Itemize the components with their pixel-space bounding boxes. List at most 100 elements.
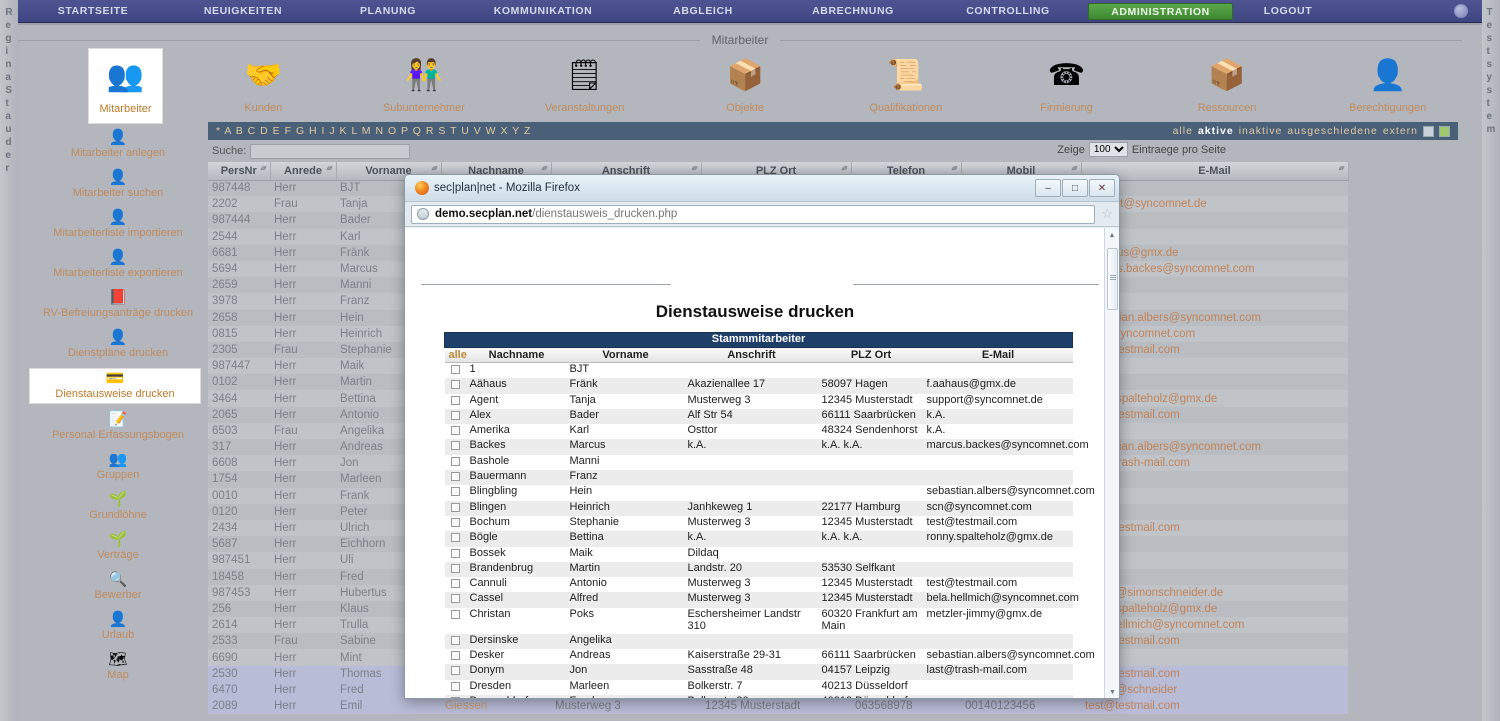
bookmark-star-icon[interactable]: ☆ [1101, 206, 1113, 222]
row-checkbox-cell[interactable] [444, 408, 467, 425]
sidebar-item-personal-erfassungsbogen[interactable]: 📝 Personal Erfassungsbogen [30, 410, 206, 444]
checkbox[interactable] [451, 472, 460, 482]
table-row[interactable]: Bochum Stephanie Musterweg 3 12345 Musterst… [444, 515, 1073, 532]
checkbox[interactable] [451, 487, 460, 497]
nav-item-controlling[interactable]: CONTROLLING [928, 3, 1088, 20]
minimize-button[interactable]: – [1035, 179, 1061, 197]
sidebar-item-mitarbeiter-anlegen[interactable]: 👤 Mitarbeiter anlegen [30, 128, 206, 162]
row-checkbox-cell[interactable] [444, 470, 467, 486]
table-row[interactable]: Donym Jon Sasstraße 48 04157 Leipzig last@tr… [444, 664, 1073, 680]
filter-inaktive[interactable]: inaktive [1239, 125, 1283, 137]
sidebar-item-bewerber[interactable]: 🔍 Bewerber [30, 570, 206, 604]
sidebar-item-rv-befreiungsantr-ge-drucken[interactable]: 📕 RV-Befreiungsanträge drucken [30, 288, 206, 322]
row-checkbox-cell[interactable] [444, 362, 467, 379]
row-checkbox-cell[interactable] [444, 378, 467, 394]
row-checkbox-cell[interactable] [444, 577, 467, 593]
row-checkbox-cell[interactable] [444, 633, 467, 650]
row-checkbox-cell[interactable] [444, 607, 467, 634]
checkbox[interactable] [451, 441, 460, 451]
popup-column-anschrift[interactable]: Anschrift [684, 347, 819, 363]
popup-column-plz-ort[interactable]: PLZ Ort [818, 347, 924, 363]
row-checkbox-cell[interactable] [444, 500, 467, 516]
sidebar-item-gruppen[interactable]: 👥 Gruppen [30, 450, 206, 484]
table-row[interactable]: Dresden Marleen Bolkerstr. 7 40213 Düsseldo… [444, 679, 1073, 695]
column-header-anrede[interactable]: Anrede [270, 162, 337, 181]
checkbox[interactable] [451, 609, 460, 619]
row-checkbox-cell[interactable] [444, 439, 467, 455]
table-row[interactable]: Blingen Heinrich Janhkeweg 1 22177 Hamburg s… [444, 500, 1073, 516]
nav-item-kommunikation[interactable]: KOMMUNIKATION [458, 3, 628, 20]
row-checkbox-cell[interactable] [444, 531, 467, 547]
sidebar-item-dienstpl-ne-drucken[interactable]: 👤 Dienstpläne drucken [30, 328, 206, 362]
filter-alle[interactable]: alle [1173, 125, 1193, 137]
popup-vertical-scrollbar[interactable]: ▲ ▼ [1104, 228, 1119, 698]
firefox-popup-window[interactable]: sec|plan|net - Mozilla Firefox – □ ✕ dem… [404, 174, 1120, 699]
checkbox[interactable] [451, 548, 460, 558]
sidebar-item-map[interactable]: 🗺 Map [30, 650, 206, 684]
row-checkbox-cell[interactable] [444, 649, 467, 665]
select-all-header[interactable]: alle [444, 347, 467, 363]
filter-extern[interactable]: extern [1383, 125, 1418, 137]
checkbox[interactable] [451, 651, 460, 661]
row-checkbox-cell[interactable] [444, 515, 467, 532]
popup-column-e-mail[interactable]: E-Mail [923, 347, 1073, 363]
table-row[interactable]: Aähaus Fränk Akazienallee 17 58097 Hagen f.a… [444, 378, 1073, 394]
firefox-url-bar[interactable]: demo.secplan.net/dienstausweis_drucken.p… [405, 202, 1119, 227]
table-row[interactable]: Bauermann Franz [444, 470, 1073, 486]
filter-aktive[interactable]: aktive [1198, 125, 1234, 137]
sidebar-item-grundl-hne[interactable]: 🌱 Grundlöhne [30, 490, 206, 524]
nav-item-logout[interactable]: LOGOUT [1233, 3, 1343, 20]
table-row[interactable]: Amerika Karl Osttor 48324 Sendenhorst k.A. [444, 424, 1073, 440]
row-checkbox-cell[interactable] [444, 454, 467, 471]
column-header-persnr[interactable]: PersNr [208, 162, 271, 181]
row-checkbox-cell[interactable] [444, 694, 467, 698]
row-checkbox-cell[interactable] [444, 424, 467, 440]
table-row[interactable]: Cassel Alfred Musterweg 3 12345 Musterstadt… [444, 592, 1079, 608]
checkbox[interactable] [451, 681, 460, 691]
scrollbar-thumb[interactable] [1107, 248, 1118, 310]
scroll-down-arrow[interactable]: ▼ [1105, 685, 1119, 698]
maximize-button[interactable]: □ [1062, 179, 1088, 197]
table-row[interactable]: Dersinske Angelika [444, 633, 1073, 650]
column-header-e-mail[interactable]: E-Mail [1081, 162, 1349, 181]
row-checkbox-cell[interactable] [444, 664, 467, 680]
checkbox[interactable] [451, 666, 460, 676]
table-row[interactable]: Blingbling Hein sebastian.albers@syncomnet… [444, 485, 1095, 501]
sidebar-item-dienstausweise-drucken[interactable]: 💳 Dienstausweise drucken [29, 368, 201, 404]
checkbox[interactable] [451, 426, 460, 436]
checkbox[interactable] [451, 410, 460, 420]
sidebar-item-mitarbeiter-suchen[interactable]: 👤 Mitarbeiter suchen [30, 168, 206, 202]
table-row[interactable]: Christan Poks Eschersheimer Landstr 310 603… [444, 607, 1073, 634]
excel-export-icon[interactable] [1439, 125, 1450, 137]
sidebar-item-mitarbeiterliste-exportieren[interactable]: 👤 Mitarbeiterliste exportieren [30, 248, 206, 282]
table-row[interactable]: 1 BJT [444, 362, 1073, 379]
sidebar-item-urlaub[interactable]: 👤 Urlaub [30, 610, 206, 644]
row-checkbox-cell[interactable] [444, 592, 467, 608]
table-row[interactable]: DuesseldorfFrankBolkerstr. 2040213 Düsse… [444, 694, 1073, 698]
module-mitarbeiter[interactable]: 👥 Mitarbeiter [88, 48, 163, 124]
checkbox[interactable] [451, 579, 460, 589]
nav-item-neuigkeiten[interactable]: NEUIGKEITEN [168, 3, 318, 20]
checkbox[interactable] [451, 395, 460, 405]
globe-icon[interactable] [1454, 4, 1468, 18]
checkbox[interactable] [451, 563, 460, 573]
row-checkbox-cell[interactable] [444, 485, 467, 501]
scroll-up-arrow[interactable]: ▲ [1105, 228, 1119, 243]
table-row[interactable]: Cannuli Antonio Musterweg 3 12345 Mustersta… [444, 577, 1073, 593]
nav-item-startseite[interactable]: STARTSEITE [18, 3, 168, 20]
checkbox[interactable] [451, 380, 460, 390]
table-row[interactable]: Brandenbrug Martin Landstr. 20 53530 Selfka… [444, 561, 1073, 578]
table-row[interactable]: Bögle Bettina k.A. k.A. k.A. ronny.spaltehol… [444, 531, 1073, 547]
filter-ausgeschiedene[interactable]: ausgeschiedene [1287, 125, 1377, 137]
checkbox[interactable] [451, 594, 460, 604]
address-input[interactable]: demo.secplan.net/dienstausweis_drucken.p… [411, 204, 1096, 224]
nav-item-planung[interactable]: PLANUNG [318, 3, 458, 20]
table-row[interactable]: Agent Tanja Musterweg 3 12345 Musterstadt su… [444, 393, 1073, 409]
popup-column-vorname[interactable]: Vorname [566, 347, 685, 363]
firefox-title-bar[interactable]: sec|plan|net - Mozilla Firefox – □ ✕ [405, 175, 1119, 202]
row-checkbox-cell[interactable] [444, 546, 467, 562]
sidebar-item-mitarbeiterliste-importieren[interactable]: 👤 Mitarbeiterliste importieren [30, 208, 206, 242]
table-row[interactable]: Desker Andreas Kaiserstraße 29-31 66111 Saa… [444, 649, 1095, 665]
close-button[interactable]: ✕ [1089, 179, 1115, 197]
checkbox[interactable] [451, 365, 460, 374]
